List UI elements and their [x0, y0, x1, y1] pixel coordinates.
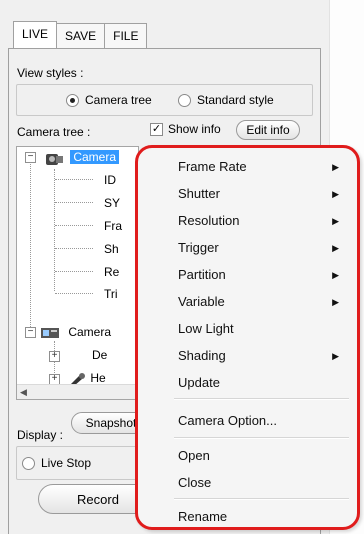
menu-separator: [174, 398, 349, 400]
tree-node-sh[interactable]: Sh: [104, 240, 119, 258]
tree-node-tri[interactable]: Tri: [104, 285, 118, 303]
menu-item-rename[interactable]: Rename: [178, 509, 227, 524]
tree-node-he-label: He: [90, 371, 106, 385]
tree-node-camera-1[interactable]: Camera: [43, 148, 120, 166]
submenu-arrow-icon: ▶: [332, 162, 339, 172]
tab-live[interactable]: LIVE: [13, 21, 58, 48]
show-info-checkbox[interactable]: ✓ Show info: [150, 122, 221, 136]
menu-item-close[interactable]: Close: [178, 475, 211, 490]
tree-connector: [55, 248, 93, 249]
submenu-arrow-icon: ▶: [332, 351, 339, 361]
menu-item-low-light[interactable]: Low Light: [178, 321, 234, 336]
menu-item-frame-rate[interactable]: Frame Rate: [178, 159, 247, 174]
collapse-icon[interactable]: −: [25, 152, 36, 163]
tree-node-camera-2[interactable]: Camera: [39, 323, 111, 341]
tree-connector: [54, 169, 55, 291]
tree-connector: [55, 293, 93, 294]
submenu-arrow-icon: ▶: [332, 243, 339, 253]
menu-item-variable[interactable]: Variable: [178, 294, 225, 309]
camera-tree-option-label: Camera tree: [85, 93, 152, 107]
menu-item-shading[interactable]: Shading: [178, 348, 226, 363]
tree-node-id[interactable]: ID: [104, 171, 116, 189]
scroll-left-icon[interactable]: ◀: [20, 387, 27, 398]
camera-icon: [39, 326, 65, 340]
tree-connector: [55, 179, 93, 180]
edit-info-button[interactable]: Edit info: [236, 120, 300, 140]
tree-node-de[interactable]: De: [92, 346, 107, 364]
view-styles-label: View styles :: [17, 66, 84, 80]
live-stop-label: Live Stop: [41, 456, 92, 470]
menu-item-resolution[interactable]: Resolution: [178, 213, 239, 228]
standard-style-radio[interactable]: Standard style: [178, 93, 274, 107]
camera-tree-view[interactable]: − Camera ID SY Fra Sh Re Tri − Camera + …: [16, 146, 139, 400]
radio-selected-icon: [66, 93, 79, 107]
tree-horizontal-scrollbar[interactable]: ◀: [17, 384, 138, 399]
camera-icon: [43, 151, 67, 165]
radio-unselected-icon: [178, 93, 191, 107]
tree-node-sy[interactable]: SY: [104, 194, 120, 212]
tab-save[interactable]: SAVE: [56, 23, 106, 48]
menu-separator: [174, 498, 349, 500]
submenu-arrow-icon: ▶: [332, 189, 339, 199]
menu-item-shutter[interactable]: Shutter: [178, 186, 220, 201]
tree-node-camera-1-label: Camera: [70, 150, 120, 164]
tree-node-camera-2-label: Camera: [68, 325, 112, 339]
camera-tree-label: Camera tree :: [17, 125, 91, 139]
tab-file[interactable]: FILE: [104, 23, 148, 48]
show-info-label: Show info: [168, 122, 221, 136]
radio-unselected-icon: [22, 456, 35, 470]
tree-connector: [55, 271, 93, 272]
expand-icon[interactable]: +: [49, 351, 60, 362]
tree-connector: [55, 202, 93, 203]
menu-item-partition[interactable]: Partition: [178, 267, 226, 282]
menu-item-open[interactable]: Open: [178, 448, 210, 463]
tree-connector: [30, 159, 31, 329]
live-stop-radio[interactable]: Live Stop: [22, 456, 91, 470]
tab-bar: LIVE SAVE FILE: [13, 21, 148, 48]
tree-node-fra[interactable]: Fra: [104, 217, 122, 235]
menu-item-camera-option[interactable]: Camera Option...: [178, 413, 277, 428]
camera-context-menu: Frame Rate ▶ Shutter ▶ Resolution ▶ Trig…: [135, 145, 360, 530]
menu-separator: [174, 437, 349, 439]
camera-tree-radio[interactable]: Camera tree: [66, 93, 152, 107]
display-label: Display :: [17, 428, 64, 442]
submenu-arrow-icon: ▶: [332, 216, 339, 226]
submenu-arrow-icon: ▶: [332, 297, 339, 307]
tree-connector: [55, 225, 93, 226]
menu-item-update[interactable]: Update: [178, 375, 220, 390]
standard-style-option-label: Standard style: [197, 93, 274, 107]
checkmark-icon: ✓: [150, 122, 163, 136]
collapse-icon[interactable]: −: [25, 327, 36, 338]
menu-item-trigger[interactable]: Trigger: [178, 240, 219, 255]
submenu-arrow-icon: ▶: [332, 270, 339, 280]
tree-node-re[interactable]: Re: [104, 263, 119, 281]
